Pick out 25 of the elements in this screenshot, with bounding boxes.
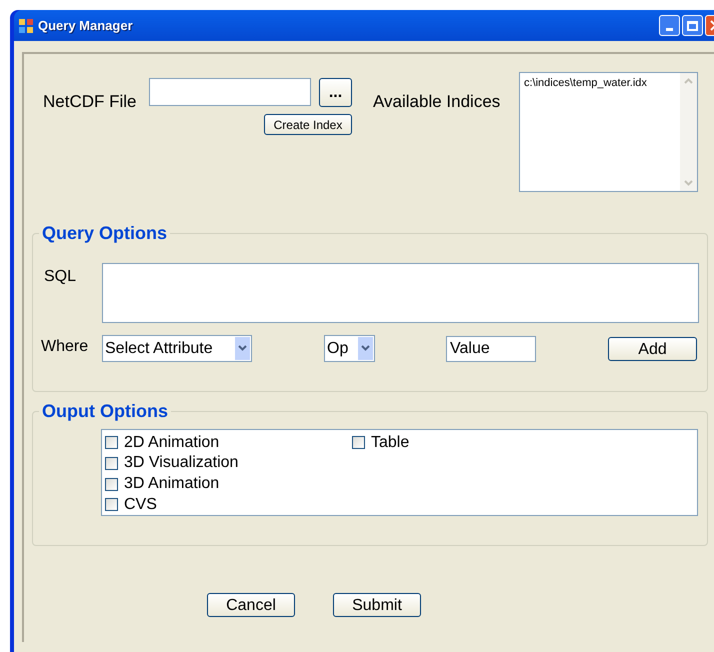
- sql-field[interactable]: [102, 263, 699, 323]
- window-title: Query Manager: [38, 16, 133, 35]
- output-option[interactable]: 3D Visualization: [105, 452, 352, 474]
- file-field[interactable]: [149, 78, 311, 106]
- output-option[interactable]: Table: [352, 432, 697, 453]
- output-option[interactable]: 2D Animation: [105, 432, 352, 453]
- attribute-dropdown[interactable]: Select Attribute: [102, 335, 252, 362]
- where-label: Where: [41, 336, 90, 356]
- operator-dropdown[interactable]: Op: [324, 335, 375, 362]
- minimize-button[interactable]: [659, 15, 680, 36]
- sql-label: SQL: [44, 267, 78, 287]
- output-option[interactable]: CVS: [105, 494, 352, 516]
- file-label: NetCDF File: [43, 91, 138, 113]
- dialog-button[interactable]: Submit: [333, 593, 421, 617]
- add-button[interactable]: Add: [608, 336, 697, 360]
- dialog-button[interactable]: Cancel: [207, 593, 295, 617]
- maximize-button[interactable]: [682, 15, 703, 36]
- window-icon: [18, 18, 34, 34]
- indices-label: Available Indices: [373, 91, 502, 113]
- indices-list[interactable]: c:\indices\temp_water.idx: [519, 72, 698, 192]
- output-option[interactable]: 3D Animation: [105, 474, 352, 494]
- create-index-button[interactable]: Create Index: [264, 114, 352, 135]
- value-field[interactable]: Value: [446, 336, 536, 362]
- browse-button[interactable]: ...: [319, 78, 352, 107]
- list-item[interactable]: c:\indices\temp_water.idx: [523, 75, 648, 92]
